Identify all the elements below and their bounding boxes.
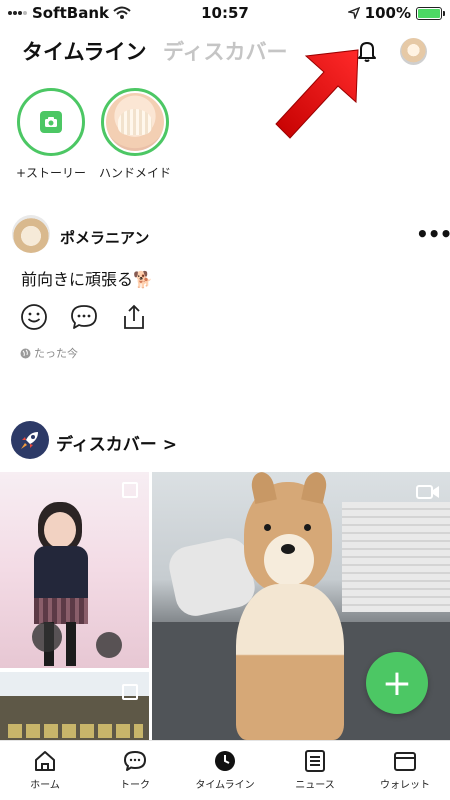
timeline-clock-icon (215, 751, 235, 771)
story-handmade-label: ハンドメイド (99, 166, 172, 180)
knit-hat-thumbnail (106, 93, 164, 151)
bottom-nav: ホーム トーク タイムライン ニュース ウォレット (0, 740, 450, 800)
post-time-text: たった今 (34, 347, 78, 360)
post-avatar[interactable] (12, 215, 50, 253)
profile-avatar[interactable] (400, 38, 427, 65)
smile-icon[interactable] (20, 303, 48, 331)
header: タイムライン ディスカバー (0, 28, 450, 74)
post-text: 前向きに頑張る🐕 (21, 270, 153, 289)
status-bar: SoftBank 10:57 100% (0, 0, 450, 28)
video-icon (416, 485, 439, 499)
news-icon (305, 750, 325, 772)
location-icon (347, 7, 360, 19)
camera-icon (40, 111, 62, 133)
multi-photo-icon (122, 482, 138, 498)
wallet-icon (394, 752, 416, 771)
battery-percent: 100% (364, 4, 411, 22)
story-add[interactable]: +ストーリー (15, 88, 87, 181)
discover-title[interactable]: ディスカバー > (56, 430, 177, 455)
nav-talk-label: トーク (120, 780, 150, 791)
chat-icon (124, 751, 146, 771)
story-handmade[interactable]: ハンドメイド (99, 88, 171, 181)
nav-talk[interactable]: トーク (90, 741, 180, 800)
story-handmade-ring[interactable] (101, 88, 169, 156)
post-time: たった今 (20, 345, 78, 361)
nav-home[interactable]: ホーム (0, 741, 90, 800)
status-right: 100% (347, 4, 445, 22)
story-add-label: +ストーリー (15, 166, 87, 180)
home-icon (35, 751, 55, 771)
post-author[interactable]: ポメラニアン (60, 227, 149, 248)
rocket-icon (11, 421, 49, 459)
post-actions (20, 303, 148, 331)
add-post-button[interactable]: + (366, 652, 428, 714)
comment-icon[interactable] (70, 303, 98, 331)
multi-photo-icon-2 (122, 684, 138, 700)
stories-row: +ストーリー ハンドメイド (0, 88, 450, 188)
more-icon[interactable]: ••• (416, 222, 450, 246)
nav-home-label: ホーム (30, 780, 60, 791)
discover-photo-student[interactable] (0, 472, 149, 668)
discover-photo-building[interactable] (0, 672, 149, 740)
nav-wallet-label: ウォレット (380, 780, 430, 791)
tab-timeline[interactable]: タイムライン (22, 36, 147, 66)
nav-wallet[interactable]: ウォレット (360, 741, 450, 800)
nav-timeline[interactable]: タイムライン (180, 741, 270, 800)
battery-icon (416, 6, 445, 20)
story-add-ring[interactable] (17, 88, 85, 156)
globe-icon (20, 348, 31, 358)
share-icon[interactable] (120, 303, 148, 331)
nav-timeline-label: タイムライン (195, 780, 255, 791)
tab-discover[interactable]: ディスカバー (163, 36, 288, 66)
nav-news[interactable]: ニュース (270, 741, 360, 800)
nav-news-label: ニュース (295, 780, 335, 791)
